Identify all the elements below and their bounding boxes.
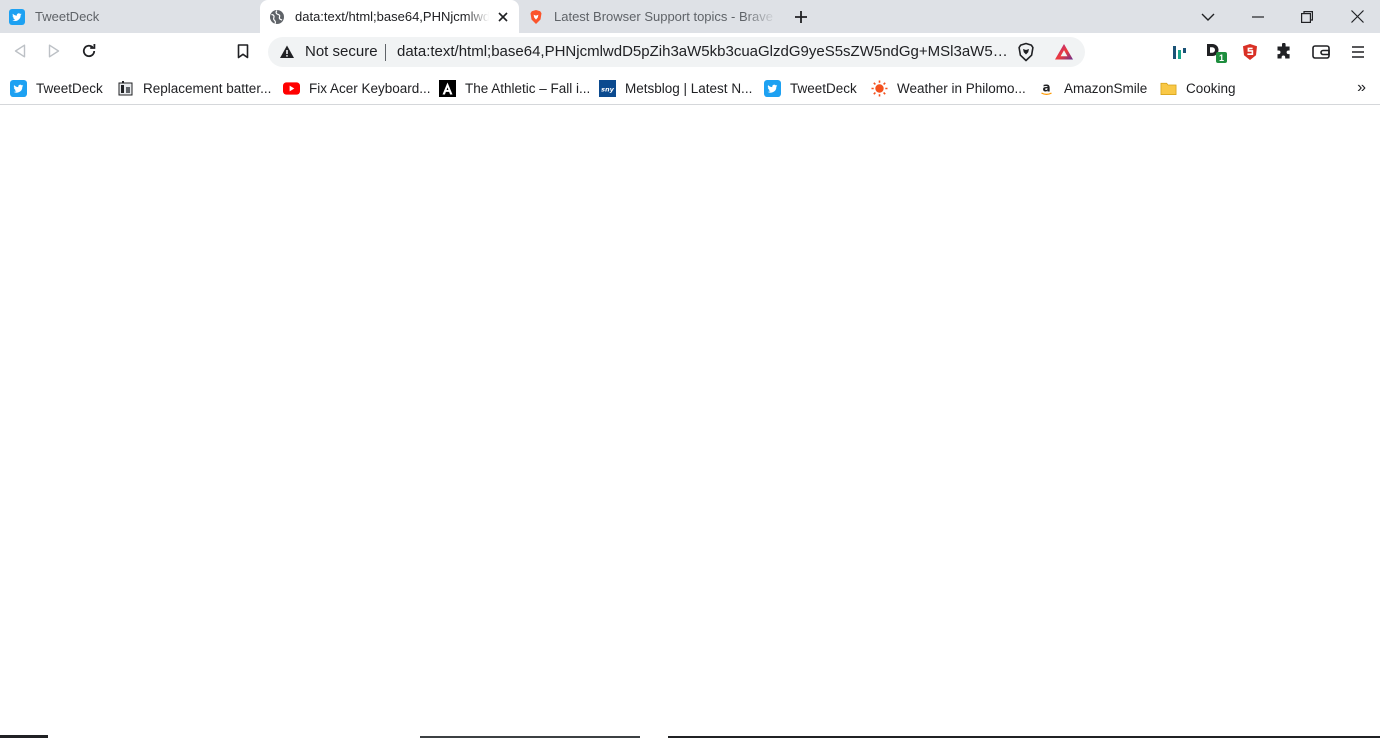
puzzle-icon (1277, 43, 1290, 59)
tab-data-url[interactable]: data:text/html;base64,PHNjcmlwdD5pZih3aW… (260, 0, 519, 33)
twitter-icon (10, 79, 27, 97)
bookmark-tweetdeck[interactable]: TweetDeck (10, 77, 103, 99)
brave-rewards-icon[interactable] (1054, 42, 1074, 62)
extension-shield-icon[interactable] (1238, 40, 1262, 64)
tab-search-button[interactable] (1185, 0, 1231, 33)
close-icon (1350, 10, 1364, 23)
toolbar: Not secure data:text/html;base64,PHNjcml… (0, 33, 1380, 71)
extension-analytics-icon[interactable] (1168, 40, 1192, 64)
svg-text:a: a (1042, 80, 1050, 94)
tab-strip: TweetDeck data:text/html;base64,PHNjcmlw… (0, 0, 1380, 33)
battery-icon (117, 80, 134, 97)
twitter-icon (9, 8, 25, 25)
bookmark-tweetdeck-2[interactable]: TweetDeck (764, 77, 857, 99)
new-tab-button[interactable] (788, 4, 814, 30)
minimize-button[interactable] (1235, 0, 1281, 33)
svg-text:sny: sny (601, 85, 614, 93)
bookmark-label: Metsblog | Latest N... (625, 80, 753, 96)
wallet-button[interactable] (1309, 40, 1333, 64)
folder-icon (1160, 80, 1177, 97)
address-bar[interactable]: Not secure data:text/html;base64,PHNjcml… (268, 37, 1085, 67)
bookmark-label: Weather in Philomo... (897, 80, 1026, 96)
tab-title: Latest Browser Support topics - Brave (554, 9, 773, 24)
bookmark-folder-cooking[interactable]: Cooking (1160, 77, 1236, 99)
close-window-button[interactable] (1334, 0, 1380, 33)
extensions-button[interactable] (1272, 40, 1296, 64)
bookmark-replacement-battery[interactable]: Replacement batter... (117, 77, 271, 99)
bookmarks-bar: TweetDeck Replacement batter... Fix Acer… (0, 71, 1380, 105)
url-text[interactable]: data:text/html;base64,PHNjcmlwdD5pZih3aW… (397, 43, 1009, 60)
tab-title: TweetDeck (35, 9, 100, 24)
forward-button[interactable] (39, 36, 69, 66)
tab-tweetdeck[interactable]: TweetDeck (0, 0, 258, 33)
bookmark-amazonsmile[interactable]: a AmazonSmile (1038, 77, 1147, 99)
weather-icon (871, 80, 888, 97)
bookmark-label: The Athletic – Fall i... (465, 80, 591, 96)
brave-icon (530, 9, 542, 24)
bookmarks-overflow-button[interactable]: » (1357, 79, 1366, 97)
chevron-down-icon (1201, 13, 1215, 21)
bookmark-metsblog[interactable]: sny Metsblog | Latest N... (599, 77, 752, 99)
brave-shields-icon[interactable] (1016, 42, 1036, 62)
twitter-icon (764, 79, 781, 97)
shield-s-icon (1243, 44, 1257, 60)
youtube-icon (283, 80, 300, 97)
bars-icon (1173, 46, 1186, 59)
bookmark-label: Fix Acer Keyboard... (309, 80, 431, 96)
restore-icon (1301, 10, 1313, 23)
extension-badge: 1 (1219, 53, 1225, 63)
back-button[interactable] (5, 36, 35, 66)
tab-brave-community[interactable]: Latest Browser Support topics - Brave (519, 0, 777, 33)
athletic-icon (439, 79, 456, 97)
bookmark-weather[interactable]: Weather in Philomo... (871, 77, 1026, 99)
hamburger-icon (1352, 46, 1364, 58)
omnibox-divider (385, 44, 386, 61)
bookmark-label: Replacement batter... (143, 80, 272, 96)
wallet-icon (1312, 45, 1330, 59)
minimize-icon (1252, 15, 1264, 18)
bookmark-button[interactable] (228, 36, 258, 66)
bookmark-fix-acer-keyboard[interactable]: Fix Acer Keyboard... (283, 77, 431, 99)
restore-button[interactable] (1284, 0, 1330, 33)
globe-icon (270, 9, 284, 24)
back-arrow-icon (14, 44, 26, 58)
menu-button[interactable] (1346, 40, 1370, 64)
bookmark-icon (237, 43, 249, 58)
reload-icon (82, 44, 96, 57)
bookmark-label: TweetDeck (36, 80, 103, 96)
bookmark-label: AmazonSmile (1064, 80, 1148, 96)
close-icon (498, 11, 508, 22)
forward-arrow-icon (48, 44, 60, 58)
page-content (0, 106, 1380, 738)
reload-button[interactable] (74, 36, 104, 66)
sny-icon: sny (599, 79, 616, 97)
tab-title: data:text/html;base64,PHNjcmlwdD5pZih3aW… (295, 9, 489, 24)
extension-d-icon[interactable]: 1 (1204, 40, 1228, 64)
security-label[interactable]: Not secure (305, 43, 378, 60)
close-tab-button[interactable] (495, 9, 511, 25)
bookmark-label: Cooking (1186, 80, 1236, 96)
bookmark-the-athletic[interactable]: The Athletic – Fall i... (439, 77, 590, 99)
plus-icon (795, 11, 807, 23)
warning-icon[interactable] (279, 44, 295, 60)
bookmark-label: TweetDeck (790, 80, 857, 96)
amazon-icon: a (1038, 80, 1055, 97)
